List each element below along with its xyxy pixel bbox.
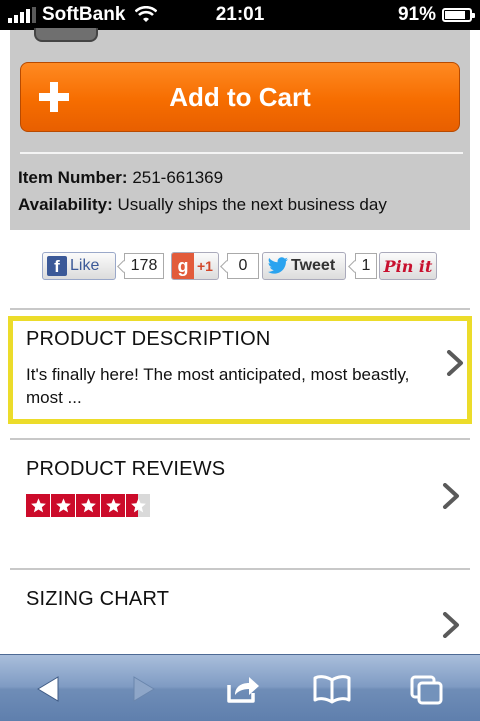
status-bar: SoftBank 21:01 91%: [0, 0, 480, 30]
back-arrow-icon[interactable]: [28, 671, 68, 707]
item-number-line: Item Number: 251-661369: [18, 168, 223, 188]
pin-it-label: Pin it: [383, 256, 433, 276]
facebook-like-count: 178: [124, 253, 164, 279]
pinterest-pin-it-button[interactable]: Pin it: [379, 252, 437, 280]
chevron-right-icon: [443, 612, 459, 638]
forward-arrow-icon[interactable]: [124, 671, 164, 707]
product-description-title: PRODUCT DESCRIPTION: [26, 328, 271, 350]
facebook-icon: f: [47, 256, 67, 276]
google-plus-icon: g: [172, 253, 194, 279]
item-number-value: 251-661369: [132, 168, 224, 187]
rating-star-icon: [51, 494, 75, 517]
item-number-label: Item Number:: [18, 168, 128, 187]
facebook-like-label: Like: [70, 257, 100, 274]
plus-icon: [39, 82, 69, 112]
product-reviews-title: PRODUCT REVIEWS: [26, 458, 226, 480]
sizing-chart-row[interactable]: SIZING CHART: [10, 570, 470, 654]
chevron-right-icon: [447, 350, 463, 376]
rating-star-icon: [126, 494, 150, 517]
tabs-icon[interactable]: [406, 671, 446, 707]
section-divider: [10, 308, 470, 310]
bookmarks-icon[interactable]: [312, 671, 352, 707]
facebook-like-button[interactable]: f Like: [42, 252, 116, 280]
battery-fill: [445, 11, 465, 19]
social-share-bar: f Like 178 g +1 0 Tweet 1 Pin it: [0, 252, 480, 284]
availability-value: Usually ships the next business day: [117, 195, 387, 214]
rating-star-icon: [76, 494, 100, 517]
tweet-count: 1: [355, 253, 377, 279]
browser-toolbar: [0, 654, 480, 721]
rating-star-icon: [101, 494, 125, 517]
tweet-label: Tweet: [291, 257, 336, 274]
chevron-right-icon: [443, 483, 459, 509]
battery-percent: 91%: [397, 4, 436, 25]
add-to-cart-label: Add to Cart: [169, 81, 311, 112]
rating-stars: [26, 494, 150, 517]
availability-line: Availability: Usually ships the next bus…: [18, 195, 387, 215]
google-plus-count: 0: [227, 253, 259, 279]
share-icon[interactable]: [222, 671, 262, 707]
quantity-control-stub[interactable]: [34, 28, 98, 42]
product-purchase-panel: Add to Cart Item Number: 251-661369 Avai…: [10, 28, 470, 230]
battery-group: 91%: [397, 4, 475, 26]
product-description-text: It's finally here! The most anticipated,…: [26, 365, 410, 407]
google-plus-one-button[interactable]: g +1: [171, 252, 219, 280]
google-plus-label: +1: [197, 258, 213, 274]
panel-divider: [20, 152, 463, 154]
battery-icon: [442, 8, 475, 22]
sizing-chart-title: SIZING CHART: [26, 588, 170, 610]
rating-star-icon: [26, 494, 50, 517]
tweet-button[interactable]: Tweet: [262, 252, 346, 280]
availability-label: Availability:: [18, 195, 113, 214]
twitter-bird-icon: [267, 257, 288, 274]
add-to-cart-button[interactable]: Add to Cart: [20, 62, 460, 132]
